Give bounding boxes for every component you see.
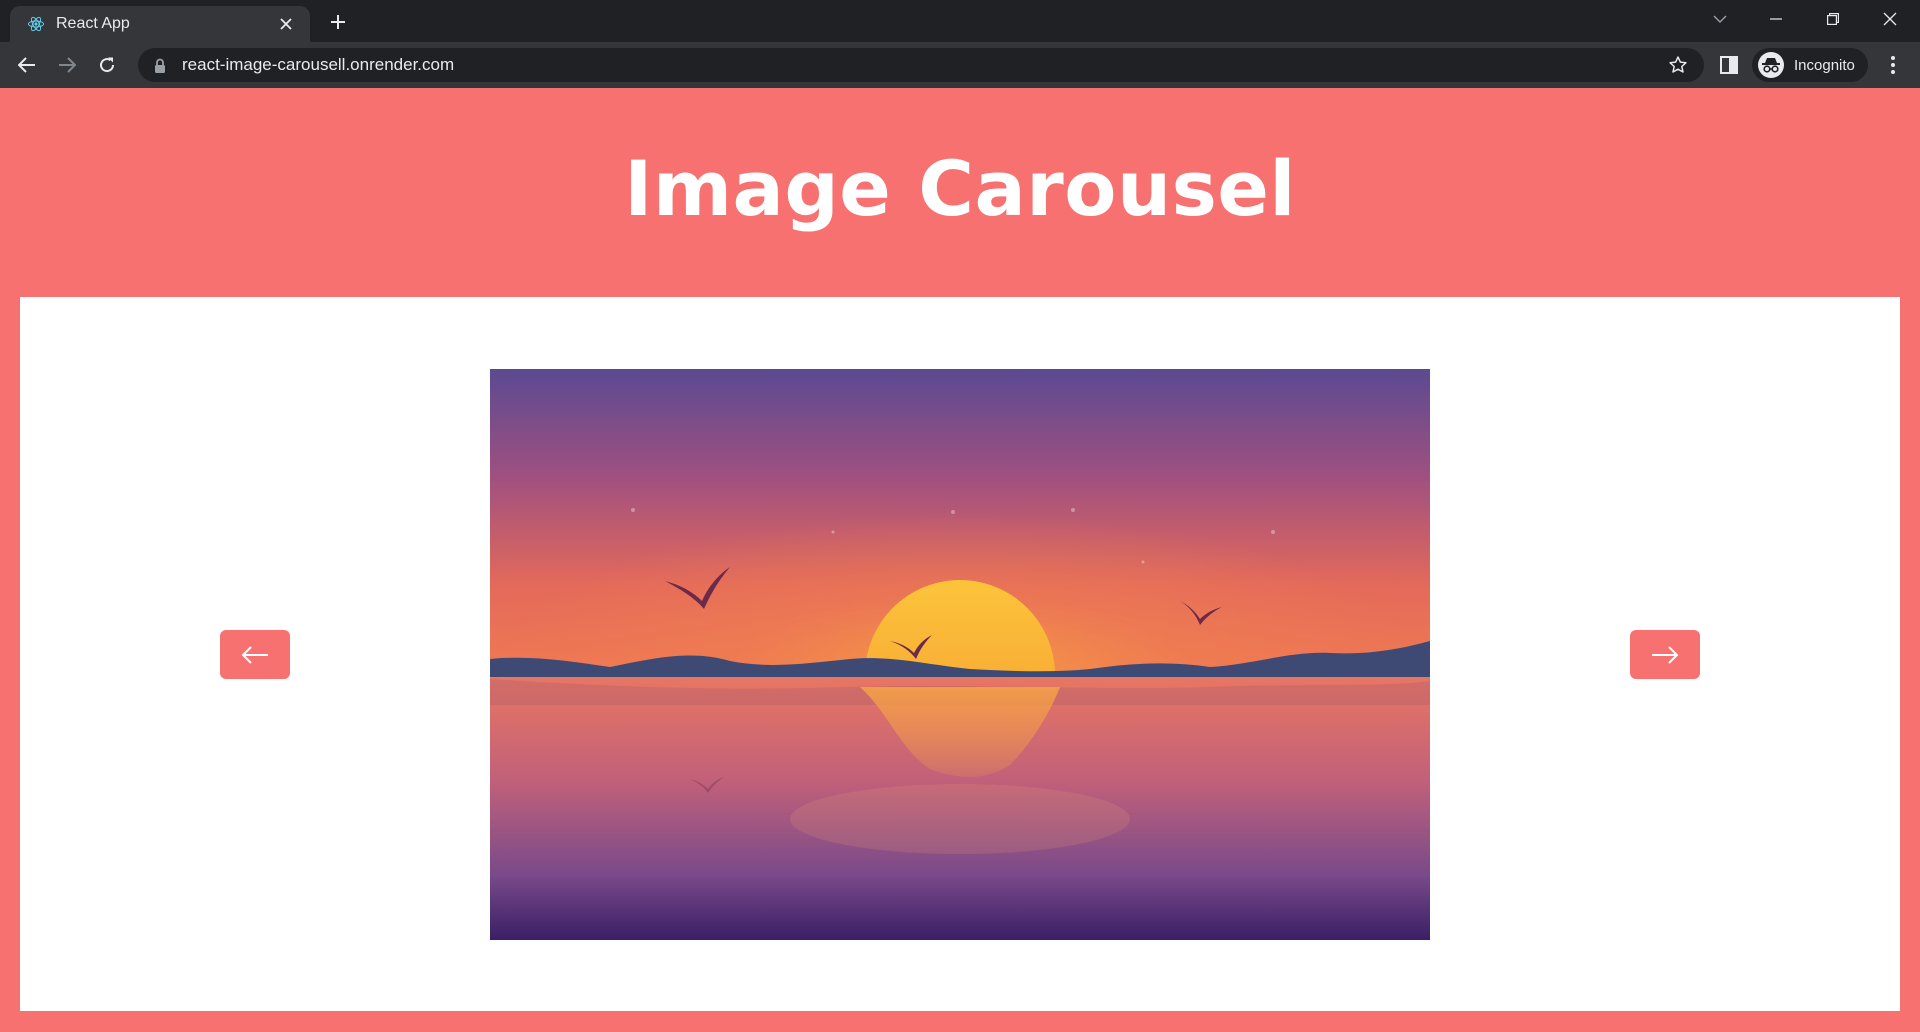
close-icon[interactable] bbox=[274, 12, 298, 36]
page-title: Image Carousel bbox=[624, 144, 1296, 233]
incognito-label: Incognito bbox=[1794, 56, 1855, 74]
incognito-icon bbox=[1758, 52, 1784, 78]
tab-search-icon[interactable] bbox=[1700, 4, 1740, 34]
page-body: Image Carousel bbox=[0, 88, 1920, 1032]
minimize-icon[interactable] bbox=[1756, 4, 1796, 34]
more-vert-icon[interactable] bbox=[1880, 52, 1906, 78]
window-close-icon[interactable] bbox=[1870, 4, 1910, 34]
tab-react-app[interactable]: React App bbox=[10, 6, 310, 42]
carousel-container bbox=[20, 297, 1900, 1011]
incognito-profile[interactable]: Incognito bbox=[1752, 48, 1868, 82]
tab-strip: React App bbox=[0, 0, 1920, 42]
next-button[interactable] bbox=[1630, 630, 1700, 679]
url-text[interactable]: react-image-carousell.onrender.com bbox=[182, 55, 1666, 75]
browser-toolbar: react-image-carousell.onrender.com Incog… bbox=[0, 42, 1920, 88]
address-bar[interactable]: react-image-carousell.onrender.com bbox=[138, 48, 1704, 82]
sunset-landscape-image bbox=[490, 369, 1430, 940]
tab-title: React App bbox=[56, 15, 130, 32]
browser-chrome: React App react-image-carousell.onrender… bbox=[0, 0, 1920, 88]
side-panel-icon[interactable] bbox=[1716, 52, 1742, 78]
forward-icon[interactable] bbox=[51, 49, 83, 81]
back-icon[interactable] bbox=[11, 49, 43, 81]
lock-icon[interactable] bbox=[152, 56, 168, 74]
carousel-image bbox=[490, 369, 1430, 940]
react-logo-icon bbox=[26, 14, 46, 34]
new-tab-button[interactable] bbox=[324, 8, 352, 36]
previous-button[interactable] bbox=[220, 630, 290, 679]
reload-icon[interactable] bbox=[91, 49, 123, 81]
arrow-right-icon bbox=[1652, 645, 1679, 664]
bookmark-star-icon[interactable] bbox=[1666, 53, 1690, 77]
arrow-left-icon bbox=[241, 645, 268, 664]
restore-icon[interactable] bbox=[1813, 4, 1853, 34]
